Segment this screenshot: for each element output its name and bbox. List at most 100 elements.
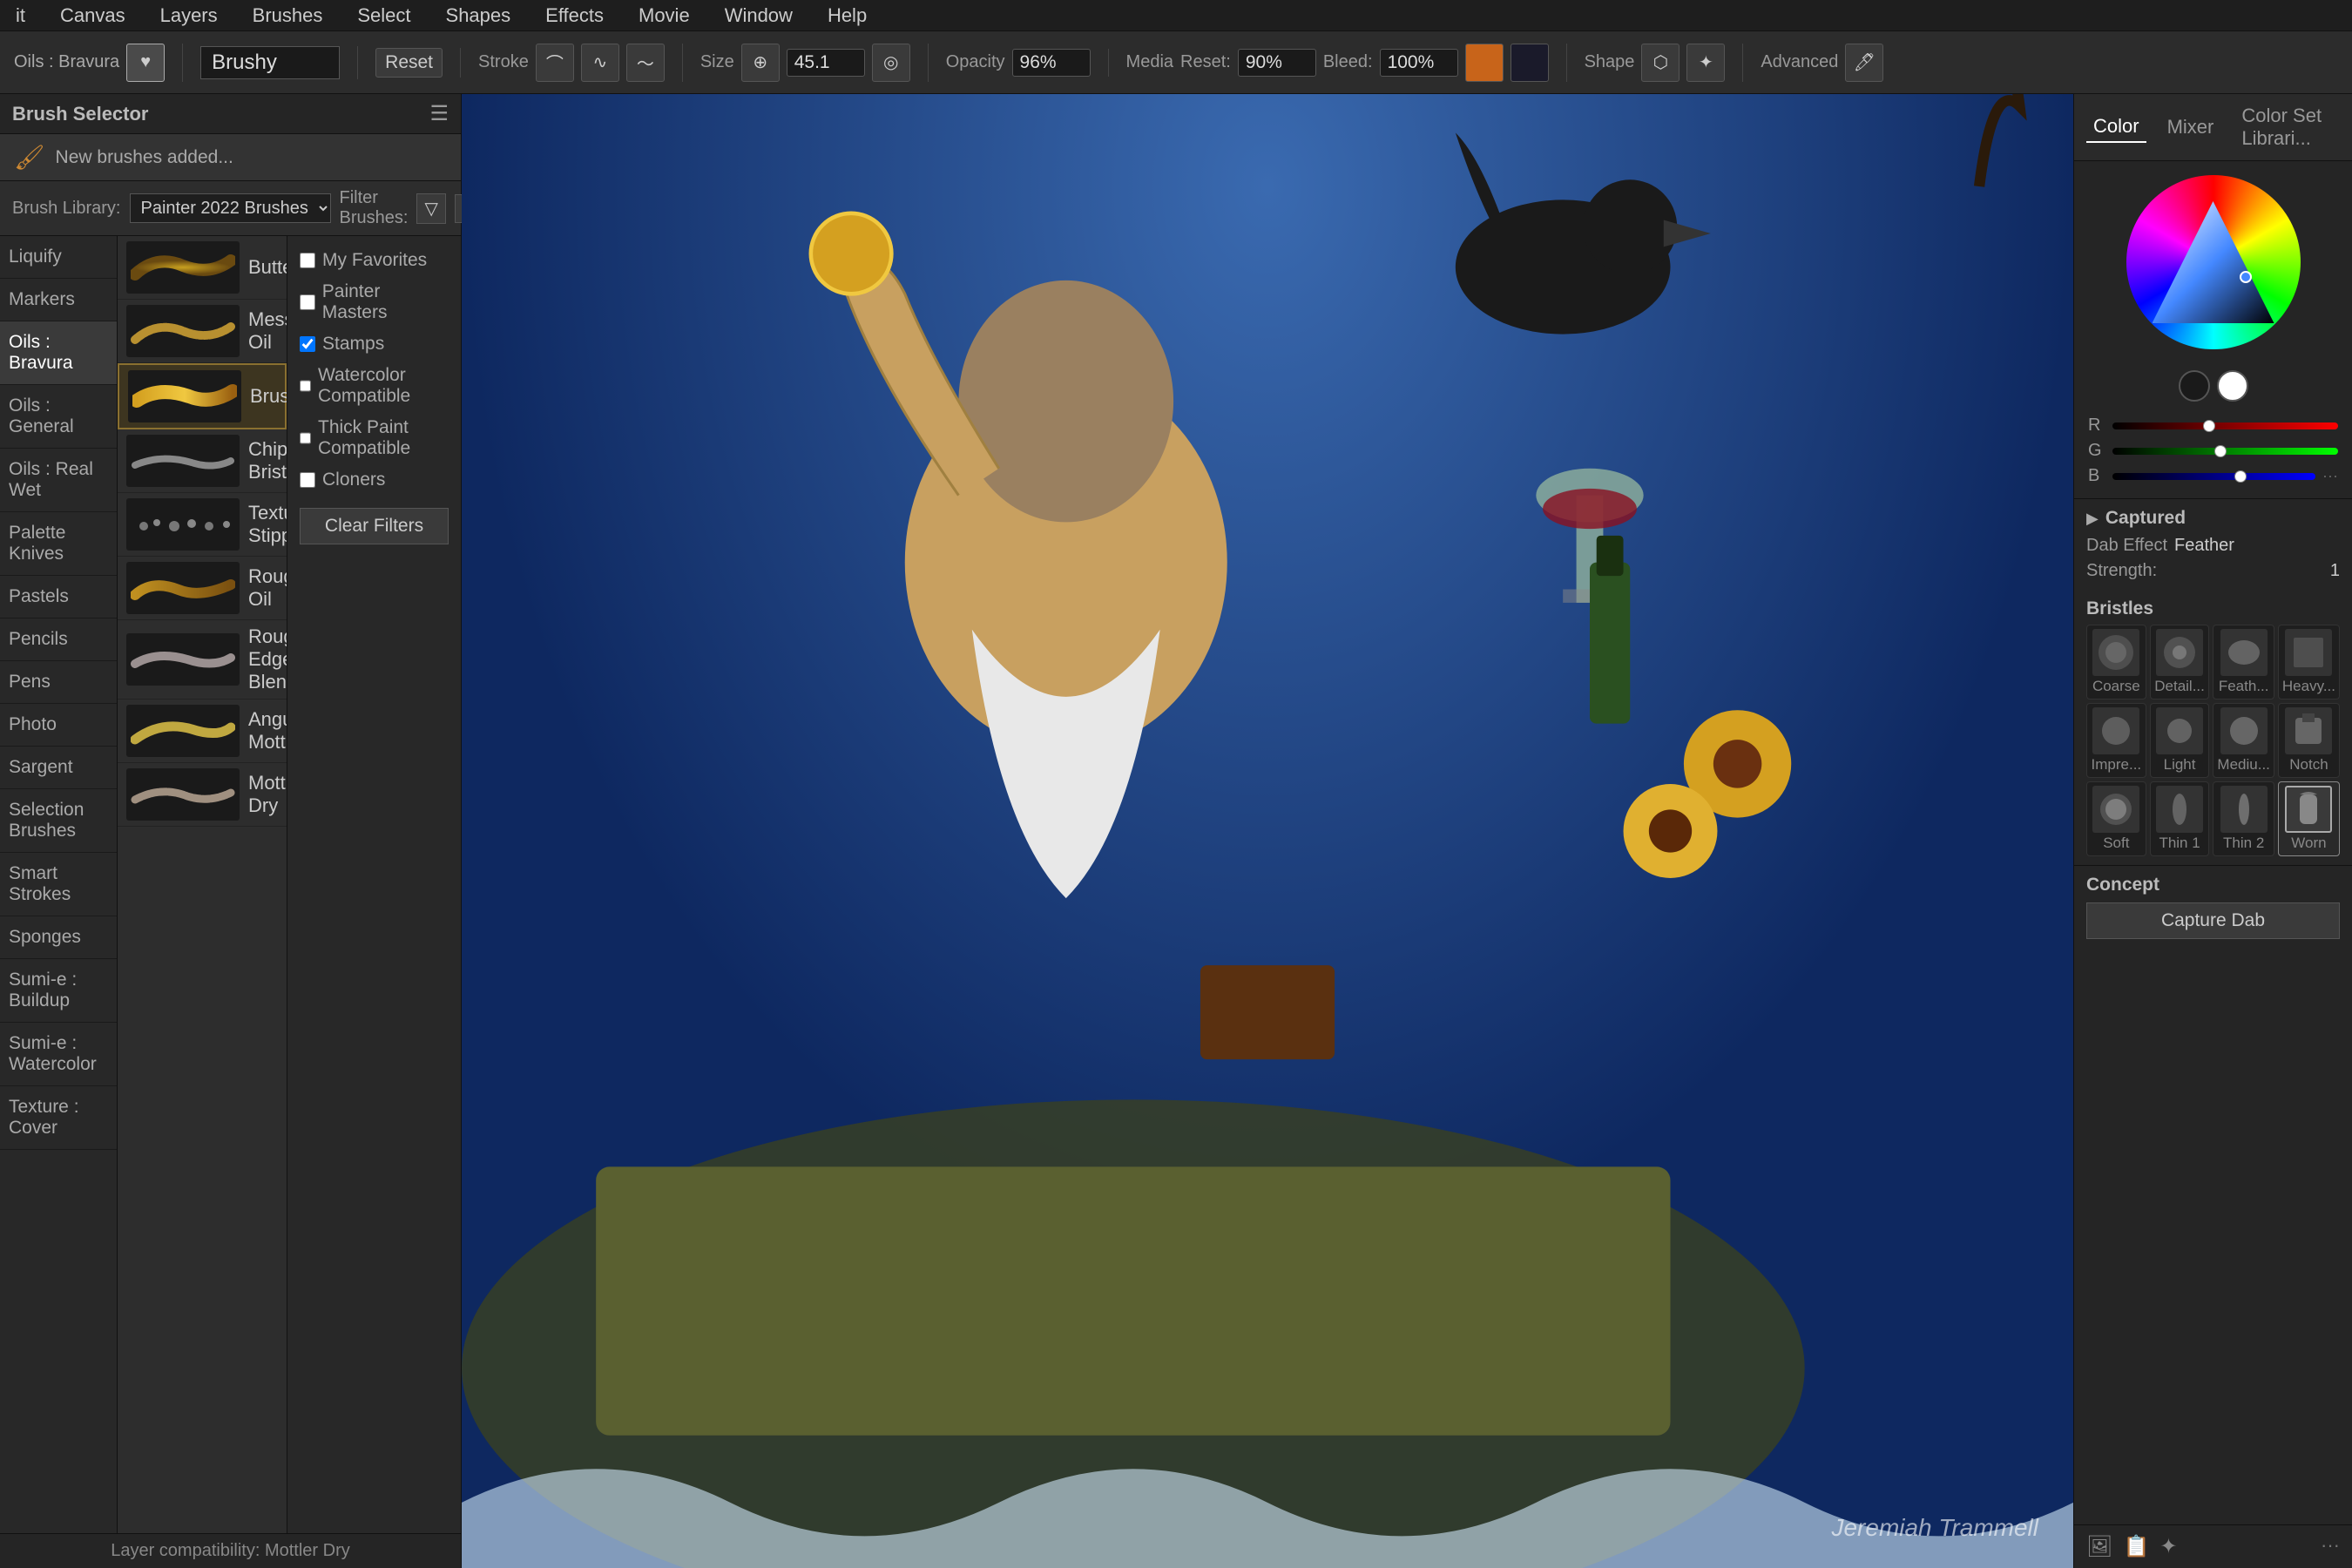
bottom-icon-2[interactable]: 📋 — [2123, 1534, 2149, 1559]
bristle-thumb-impre — [2092, 707, 2139, 754]
bottom-icon-1[interactable]: 🖼 — [2086, 1534, 2112, 1559]
bottom-icon-3[interactable]: ✦ — [2159, 1534, 2177, 1559]
brush-item-messy-oil[interactable]: Messy Oil — [118, 300, 287, 363]
color-wheel[interactable] — [2126, 175, 2301, 349]
menu-layers[interactable]: Layers — [153, 1, 225, 30]
size-lock-icon[interactable]: ⊕ — [741, 44, 780, 82]
shape-icon-2[interactable]: ✦ — [1686, 44, 1725, 82]
brush-panel-menu-button[interactable]: ☰ — [429, 101, 449, 126]
bristle-soft[interactable]: Soft — [2086, 781, 2146, 856]
menu-canvas[interactable]: Canvas — [53, 1, 132, 30]
filter-thick-paint-checkbox[interactable] — [300, 430, 311, 446]
bleed-input[interactable] — [1380, 49, 1458, 77]
blue-slider-thumb — [2234, 470, 2247, 483]
dots-more[interactable]: ··· — [2321, 1534, 2340, 1559]
color-swatch-1[interactable] — [1465, 44, 1504, 82]
category-item-sponges[interactable]: Sponges — [0, 916, 117, 959]
opacity-input[interactable] — [1012, 49, 1091, 77]
category-item-sargent[interactable]: Sargent — [0, 747, 117, 789]
category-item-oils-general[interactable]: Oils : General — [0, 385, 117, 449]
brush-item-textured-stipple[interactable]: Textured Stipple — [118, 493, 287, 557]
menu-movie[interactable]: Movie — [632, 1, 697, 30]
category-item-texture-cover[interactable]: Texture : Cover — [0, 1086, 117, 1150]
tab-color[interactable]: Color — [2086, 112, 2146, 143]
brush-item-buttery[interactable]: Buttery ♥ — [118, 236, 287, 300]
bristle-coarse[interactable]: Coarse — [2086, 625, 2146, 700]
favorite-brush-icon[interactable]: ♥ — [126, 44, 165, 82]
shape-icon-1[interactable]: ⬡ — [1641, 44, 1680, 82]
brush-content-area: Liquify Markers Oils : Bravura Oils : Ge… — [0, 236, 461, 1533]
category-item-pens[interactable]: Pens — [0, 661, 117, 704]
tab-mixer[interactable]: Mixer — [2160, 112, 2221, 142]
brush-item-rough-oil[interactable]: Rough Oil ♥ — [118, 557, 287, 620]
category-item-sumi-buildup[interactable]: Sumi-e : Buildup — [0, 959, 117, 1023]
brush-item-mottler-dry[interactable]: Mottler Dry ♥ — [118, 763, 287, 827]
swatch-white[interactable] — [2217, 370, 2248, 402]
filter-favorites-checkbox[interactable] — [300, 253, 315, 268]
bristle-medium[interactable]: Mediu... — [2213, 703, 2274, 778]
bristle-impre[interactable]: Impre... — [2086, 703, 2146, 778]
size-circle-icon[interactable]: ◎ — [872, 44, 910, 82]
filter-stamps-checkbox[interactable] — [300, 336, 315, 352]
shape-group: Shape ⬡ ✦ — [1585, 44, 1744, 82]
clear-filters-button[interactable]: Clear Filters — [300, 508, 449, 544]
swatch-black[interactable] — [2179, 370, 2210, 402]
menu-it[interactable]: it — [9, 1, 32, 30]
concept-section: Concept Capture Dab — [2074, 865, 2352, 948]
advanced-icon[interactable]: 🖊 — [1845, 44, 1883, 82]
filter-watercolor-checkbox[interactable] — [300, 378, 311, 394]
bristle-heavy[interactable]: Heavy... — [2278, 625, 2340, 700]
category-item-sumi-watercolor[interactable]: Sumi-e : Watercolor — [0, 1023, 117, 1086]
menu-window[interactable]: Window — [718, 1, 800, 30]
menu-select[interactable]: Select — [350, 1, 417, 30]
reset-pct-input[interactable] — [1238, 49, 1316, 77]
brush-item-chip-bristle[interactable]: Chip Bristle — [118, 429, 287, 493]
category-item-pastels[interactable]: Pastels — [0, 576, 117, 618]
menu-shapes[interactable]: Shapes — [439, 1, 518, 30]
menu-effects[interactable]: Effects — [538, 1, 611, 30]
bristle-thumb-notch — [2285, 707, 2332, 754]
capture-dab-button[interactable]: Capture Dab — [2086, 902, 2340, 939]
bristle-feather[interactable]: Feath... — [2213, 625, 2274, 700]
category-item-pencils[interactable]: Pencils — [0, 618, 117, 661]
category-item-oils-realwet[interactable]: Oils : Real Wet — [0, 449, 117, 512]
category-item-markers[interactable]: Markers — [0, 279, 117, 321]
bristle-thin2[interactable]: Thin 2 — [2213, 781, 2274, 856]
size-input[interactable] — [787, 49, 865, 77]
blue-slider-track[interactable] — [2112, 473, 2315, 480]
bristle-detail[interactable]: Detail... — [2150, 625, 2210, 700]
menu-brushes[interactable]: Brushes — [246, 1, 330, 30]
color-swatch-2[interactable] — [1511, 44, 1549, 82]
bristle-light[interactable]: Light — [2150, 703, 2210, 778]
bristle-notch[interactable]: Notch — [2278, 703, 2340, 778]
filter-painter-masters-checkbox[interactable] — [300, 294, 315, 310]
stroke-icon-3[interactable]: 〜 — [626, 44, 665, 82]
brush-item-rough-edge-blender[interactable]: Rough Edge Blender ♥ — [118, 620, 287, 700]
tab-color-set[interactable]: Color Set Librari... — [2234, 101, 2340, 153]
category-item-palette-knives[interactable]: Palette Knives — [0, 512, 117, 576]
category-item-selection-brushes[interactable]: Selection Brushes — [0, 789, 117, 853]
red-slider-track[interactable] — [2112, 422, 2338, 429]
bristle-thin1[interactable]: Thin 1 — [2150, 781, 2210, 856]
library-select[interactable]: Painter 2022 Brushes — [130, 193, 331, 223]
menu-help[interactable]: Help — [821, 1, 874, 30]
category-item-oils-bravura[interactable]: Oils : Bravura — [0, 321, 117, 385]
filter-favorites-label: My Favorites — [322, 250, 427, 271]
stroke-icon-1[interactable]: ⌒ — [536, 44, 574, 82]
green-slider-track[interactable] — [2112, 448, 2338, 455]
rgb-sliders: R G B ··· — [2074, 409, 2352, 498]
reset-button[interactable]: Reset — [375, 48, 443, 78]
bristle-worn[interactable]: Worn — [2278, 781, 2340, 856]
brush-item-angular-mottler[interactable]: Angular Mottler — [118, 700, 287, 763]
bristle-name-medium: Mediu... — [2217, 756, 2269, 774]
canvas-area[interactable]: Jeremiah Trammell — [462, 94, 2073, 1568]
brush-name-input[interactable] — [200, 46, 340, 79]
stroke-icon-2[interactable]: ∿ — [581, 44, 619, 82]
brush-item-brushy[interactable]: Brushy ♥ — [118, 363, 287, 429]
filter-cloners-checkbox[interactable] — [300, 472, 315, 488]
category-item-smart-strokes[interactable]: Smart Strokes — [0, 853, 117, 916]
expand-icon[interactable]: ▶ — [2086, 510, 2099, 528]
category-item-photo[interactable]: Photo — [0, 704, 117, 747]
category-item-liquify[interactable]: Liquify — [0, 236, 117, 279]
filter-button[interactable]: ▽ — [416, 193, 445, 224]
